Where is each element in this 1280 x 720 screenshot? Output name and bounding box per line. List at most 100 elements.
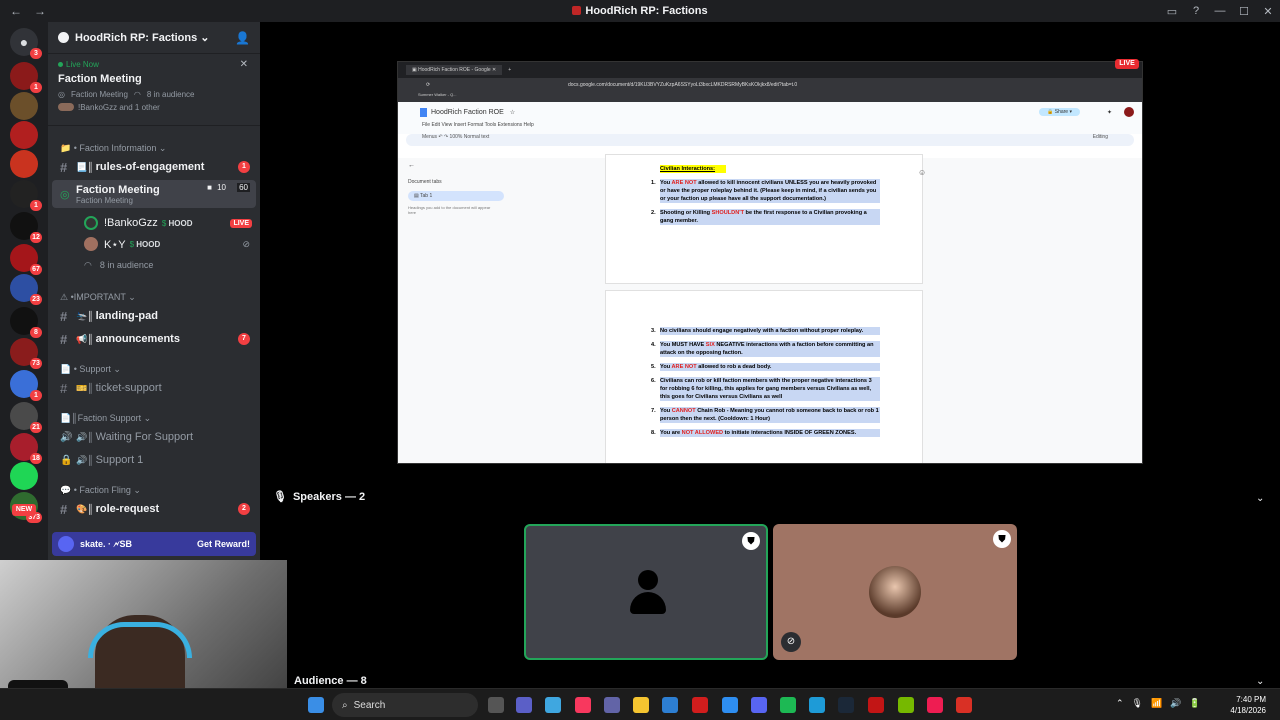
docs-menubar[interactable]: File Edit View Insert Format Tools Exten… [398,122,1142,134]
channel-role-request[interactable]: # 🎨║ role-request 2 [52,499,256,519]
xcode-icon[interactable] [722,697,738,713]
category-important[interactable]: ⚠ •IMPORTANT ⌄ [60,292,136,303]
collapse-speakers-icon[interactable]: ⌄ [1256,493,1264,504]
browser-tab[interactable]: ▣ HoodRich Faction ROE - Google ✕ [406,65,503,75]
category-faction-fling[interactable]: 💬 • Faction Fling ⌄ [60,485,141,496]
browser-urlbar[interactable]: ⟳ docs.google.com/document/d/19KU3BVYZuK… [398,78,1142,92]
channel-announcements[interactable]: # 📢║ announcements 7 [52,329,256,349]
docs-titlebar: HoodRich Faction ROE ☆ 🔒 Share ▾ ✦ [398,102,1142,122]
gemini-icon[interactable]: ✦ [1107,109,1112,116]
voice-support-1[interactable]: 🔒 🔊║ Support 1 [52,450,256,470]
rule-text: No civilians should engage negatively wi… [660,328,864,334]
screen-share[interactable]: ▣ HoodRich Faction ROE - Google ✕ + ⟳ do… [397,61,1143,464]
promo-brand: skate. · 🗲SB [80,538,133,549]
star-icon[interactable]: ☆ [510,109,515,116]
tray-icons[interactable]: ⌃🎙📶🔊🔋 [1116,698,1209,709]
task-view-icon[interactable] [488,697,504,713]
close-icon[interactable]: ✕ [240,59,248,70]
tab-1[interactable]: ▤ Tab 1 [408,191,504,201]
live-event-card[interactable]: Live Now ✕ Faction Meeting ◎ Faction Mee… [48,54,260,124]
taskbar-clock[interactable]: 7:40 PM 4/18/2026 [1230,694,1266,716]
browser-tabbar: ▣ HoodRich Faction ROE - Google ✕ + [398,62,1142,78]
server-icon[interactable]: 23 [10,274,42,305]
channel-landing-pad[interactable]: # 🛬║ landing-pad [52,306,256,326]
collapse-audience-icon[interactable]: ⌄ [1256,676,1264,687]
speaker-tile-bankogzz[interactable]: ⛊ [524,524,768,660]
speaker-tile-ky[interactable]: ⛊ ⊘ [773,524,1017,660]
category-support[interactable]: 📄 • Support ⌄ [60,364,121,375]
server-icon[interactable] [10,462,38,490]
direct-messages-button[interactable]: ● 3 [10,28,42,59]
discord-green-icon[interactable] [780,697,796,713]
live-status: Live Now [66,60,99,69]
reload-icon[interactable]: ⟳ [426,82,430,88]
server-icon[interactable]: 1 [10,62,42,93]
channel-emoji-icon: 🔊║ [76,454,94,465]
voice-member-ky[interactable]: K⋆Y $ HOOD ⊘ [76,234,256,254]
store-icon[interactable] [662,697,678,713]
doc-title[interactable]: HoodRich Faction ROE [431,109,504,116]
search-icon: ⌕ [342,699,348,711]
acrobat-icon[interactable] [868,697,884,713]
taskbar-search[interactable]: ⌕ Search [332,693,478,717]
server-icon[interactable]: 12 [10,212,42,243]
steam-icon[interactable] [838,697,854,713]
app-l-icon[interactable] [692,697,708,713]
rule-number: 5. [651,363,656,371]
comment-icon[interactable]: ☺ [918,168,926,177]
server-icon[interactable] [10,121,38,149]
account-avatar[interactable] [1124,107,1134,117]
minimize-button[interactable]: — [1208,5,1232,17]
tiktok-icon[interactable] [927,697,943,713]
file-explorer-icon[interactable] [633,697,649,713]
teams-icon[interactable] [516,697,532,713]
server-icon[interactable]: 67 [10,244,42,275]
help-icon[interactable]: ? [1184,5,1208,17]
channel-ticket-support[interactable]: # 🎫║ ticket-support [52,378,256,398]
start-icon[interactable] [308,697,324,713]
window-controls: ▭ ? — ☐ ✕ [1160,0,1280,22]
get-reward-button[interactable]: Get Reward! [197,539,250,549]
server-icon[interactable] [10,150,38,178]
maximize-button[interactable]: ☐ [1232,5,1256,18]
headphones-icon [88,622,192,658]
server-icon[interactable]: 1 [10,180,42,211]
voice-waiting-for-support[interactable]: 🔊 🔊║ Waiting For Support [52,427,256,447]
hash-icon: # [60,380,68,396]
server-icon[interactable]: 18 [10,433,42,464]
moderator-icon: ⛊ [993,530,1011,548]
category-faction-information[interactable]: 📁 • Faction Information ⌄ [60,143,166,154]
bookmark-item[interactable]: Summer Walker - Q... [418,92,457,97]
channel-rules-of-engagement[interactable]: # 📃║ rules-of-engagement 1 [52,157,256,177]
docs-toolbar[interactable]: Menus ↶ ↷ 100% Normal text Editing [406,134,1134,146]
server-icon[interactable]: 21 [10,402,42,433]
server-icon[interactable] [10,92,38,120]
discord-icon[interactable] [751,697,767,713]
edge-icon[interactable] [809,697,825,713]
rule-text: You are [660,430,682,436]
copilot-icon[interactable] [545,697,561,713]
editing-mode[interactable]: Editing [1093,134,1108,140]
nvidia-icon[interactable] [898,697,914,713]
channel-emoji-icon: 🛬║ [76,310,94,321]
voice-member-bankogzz[interactable]: !BankoGzz $ HOOD LIVE [76,213,256,233]
doc-page-1: Civilian Interactions: 1. You ARE NOT all… [605,154,923,284]
server-icon[interactable]: 73 [10,338,42,369]
music-icon[interactable] [575,697,591,713]
chrome-icon[interactable] [956,697,972,713]
add-member-icon[interactable]: 👤 [235,31,250,45]
category-faction-support[interactable]: 📄║Faction Support ⌄ [60,413,151,424]
back-arrow-icon[interactable]: ← [408,162,508,169]
voice-audience[interactable]: ◠ 8 in audience [76,255,256,275]
server-icon[interactable]: 1 [10,370,42,401]
inbox-icon[interactable]: ▭ [1160,5,1184,18]
server-header[interactable]: HoodRich RP: Factions ⌄ 👤 [48,22,260,54]
share-button[interactable]: 🔒 Share ▾ [1039,108,1080,116]
close-button[interactable]: ✕ [1256,5,1280,18]
server-icon[interactable]: 8 [10,307,42,338]
new-tab-icon[interactable]: + [508,67,511,73]
teams-work-icon[interactable] [604,697,620,713]
voice-channel-faction-meeting[interactable]: ◎ Faction Meeting Faction Meeting ■ 10 6… [52,180,256,208]
stage-channel-icon: ◎ [60,188,70,201]
quest-promo-banner[interactable]: skate. · 🗲SB Get Reward! [52,532,256,556]
